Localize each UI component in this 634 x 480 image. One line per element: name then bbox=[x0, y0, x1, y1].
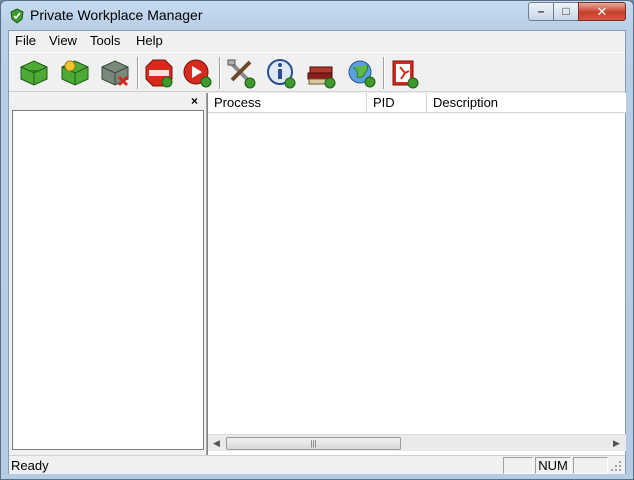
toolbar-button-9[interactable] bbox=[345, 57, 377, 89]
list-header: Process PID Description bbox=[208, 93, 626, 113]
horizontal-scrollbar[interactable]: ◀ ||| ▶ bbox=[208, 434, 626, 451]
toolbar-button-4[interactable] bbox=[143, 57, 175, 89]
tools-icon bbox=[227, 59, 256, 89]
window-title: Private Workplace Manager bbox=[30, 7, 203, 23]
green-shield-icon bbox=[10, 8, 24, 24]
toolbar-button-5[interactable] bbox=[181, 57, 213, 89]
globe-icon bbox=[348, 60, 376, 88]
maximize-icon: □ bbox=[562, 4, 570, 18]
left-pane: × bbox=[9, 93, 206, 455]
menu-view[interactable]: View bbox=[49, 33, 77, 48]
toolbar-separator bbox=[219, 57, 221, 89]
maximize-button[interactable]: □ bbox=[553, 2, 579, 21]
menu-help[interactable]: Help bbox=[136, 33, 163, 48]
gray-box-delete-icon bbox=[101, 60, 129, 87]
menu-file[interactable]: File bbox=[15, 33, 36, 48]
left-pane-close-button[interactable]: × bbox=[191, 94, 198, 108]
stop-icon bbox=[145, 59, 173, 88]
process-list[interactable]: Process PID Description ◀ ||| ▶ bbox=[207, 93, 626, 455]
toolbar bbox=[9, 52, 625, 92]
play-red-icon bbox=[183, 59, 212, 88]
minimize-icon: – bbox=[537, 4, 545, 18]
main-window: Private Workplace Manager – □ ✕ File Vie… bbox=[0, 0, 634, 480]
toolbar-button-2[interactable] bbox=[59, 57, 91, 89]
exit-icon bbox=[392, 60, 419, 89]
close-button[interactable]: ✕ bbox=[578, 2, 626, 21]
toolbar-button-8[interactable] bbox=[305, 57, 337, 89]
status-bar: Ready NUM bbox=[9, 455, 625, 474]
status-text: Ready bbox=[11, 458, 49, 473]
toolbar-separator bbox=[137, 57, 139, 89]
title-bar[interactable]: Private Workplace Manager – □ ✕ bbox=[1, 1, 633, 30]
scroll-thumb[interactable]: ||| bbox=[226, 437, 401, 450]
books-icon bbox=[307, 66, 336, 89]
info-icon bbox=[267, 59, 296, 89]
toolbar-button-1[interactable] bbox=[18, 57, 50, 89]
scroll-left-arrow-icon[interactable]: ◀ bbox=[208, 435, 225, 452]
column-header-pid[interactable]: PID bbox=[367, 93, 427, 113]
toolbar-button-3[interactable] bbox=[99, 57, 131, 89]
minimize-button[interactable]: – bbox=[528, 2, 554, 21]
scroll-right-arrow-icon[interactable]: ▶ bbox=[608, 435, 625, 452]
toolbar-button-10[interactable] bbox=[389, 57, 421, 89]
status-indicator-3 bbox=[573, 457, 608, 474]
column-header-process[interactable]: Process bbox=[208, 93, 367, 113]
menu-tools[interactable]: Tools bbox=[90, 33, 120, 48]
menu-bar: File View Tools Help bbox=[9, 31, 625, 51]
green-box-add-icon bbox=[61, 60, 89, 86]
toolbar-separator bbox=[383, 57, 385, 89]
toolbar-button-7[interactable] bbox=[265, 57, 297, 89]
green-box-check-icon bbox=[20, 60, 48, 86]
status-indicator-1 bbox=[503, 457, 533, 474]
client-area: File View Tools Help × Process PID Descr… bbox=[8, 30, 626, 474]
toolbar-button-6[interactable] bbox=[225, 57, 257, 89]
column-header-description[interactable]: Description bbox=[427, 93, 626, 113]
resize-grip-icon[interactable] bbox=[609, 459, 623, 473]
status-indicator-num: NUM bbox=[535, 457, 571, 474]
close-icon: ✕ bbox=[596, 4, 608, 19]
tree-view[interactable] bbox=[12, 110, 204, 450]
